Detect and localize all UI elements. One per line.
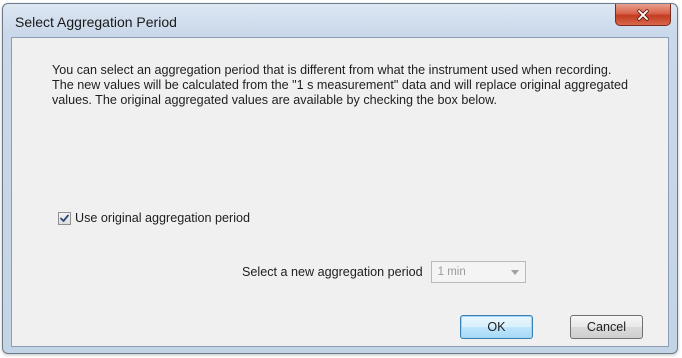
aggregation-period-select[interactable]: 1 min [430,261,526,283]
ok-button[interactable]: OK [460,315,533,339]
period-label: Select a new aggregation period [242,265,423,279]
chevron-down-icon [510,270,519,275]
close-icon [637,8,649,21]
aggregation-period-value: 1 min [437,266,466,278]
dialog-title: Select Aggregation Period [15,14,177,30]
title-bar[interactable]: Select Aggregation Period [3,4,677,38]
use-original-label[interactable]: Use original aggregation period [75,211,250,225]
use-original-checkbox-row[interactable]: Use original aggregation period [58,211,250,225]
period-row: Select a new aggregation period 1 min [242,261,526,283]
use-original-checkbox[interactable] [58,211,71,225]
cancel-button[interactable]: Cancel [570,315,643,339]
description-text: You can select an aggregation period tha… [52,63,628,107]
dialog-window: Select Aggregation Period You can select… [2,3,678,354]
dialog-body: You can select an aggregation period tha… [11,37,669,347]
close-button[interactable] [615,4,671,26]
check-icon [60,214,69,222]
